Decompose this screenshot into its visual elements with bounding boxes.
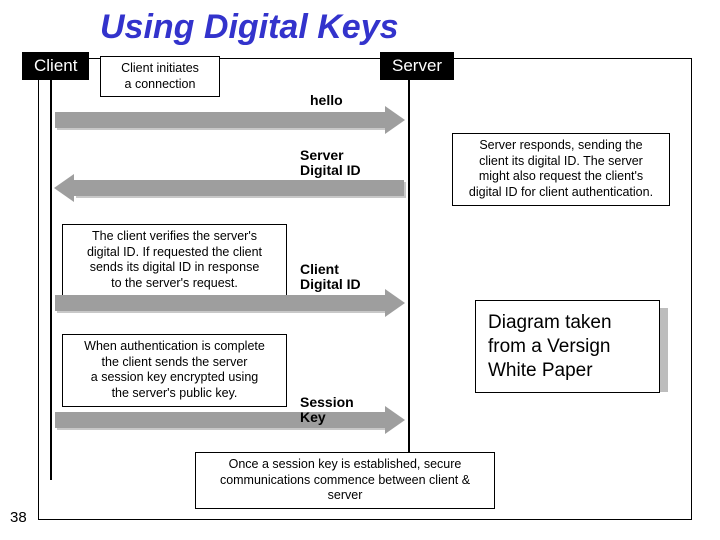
server-label: Server [380, 52, 454, 80]
arrow-client-id-head [385, 289, 405, 317]
caption-box: Diagram takenfrom a VersignWhite Paper [475, 300, 660, 393]
page-number: 38 [10, 509, 27, 526]
slide-title: Using Digital Keys [100, 8, 399, 47]
arrow-hello [55, 112, 385, 128]
box-client-initiates: Client initiatesa connection [100, 56, 220, 97]
client-lifeline [50, 80, 52, 480]
client-label: Client [22, 52, 89, 80]
msg-session-key: SessionKey [300, 395, 354, 426]
msg-hello: hello [310, 93, 343, 108]
arrow-session-key-head [385, 406, 405, 434]
server-lifeline [408, 80, 410, 480]
arrow-hello-head [385, 106, 405, 134]
msg-client-id: ClientDigital ID [300, 262, 361, 293]
box-client-verifies: The client verifies the server'sdigital … [62, 224, 287, 297]
box-server-responds: Server responds, sending theclient its d… [452, 133, 670, 206]
box-auth-complete: When authentication is completethe clien… [62, 334, 287, 407]
arrow-server-id-head [54, 174, 74, 202]
msg-server-id: ServerDigital ID [300, 148, 361, 179]
arrow-server-id [74, 180, 404, 196]
arrow-client-id [55, 295, 385, 311]
box-footer: Once a session key is established, secur… [195, 452, 495, 509]
